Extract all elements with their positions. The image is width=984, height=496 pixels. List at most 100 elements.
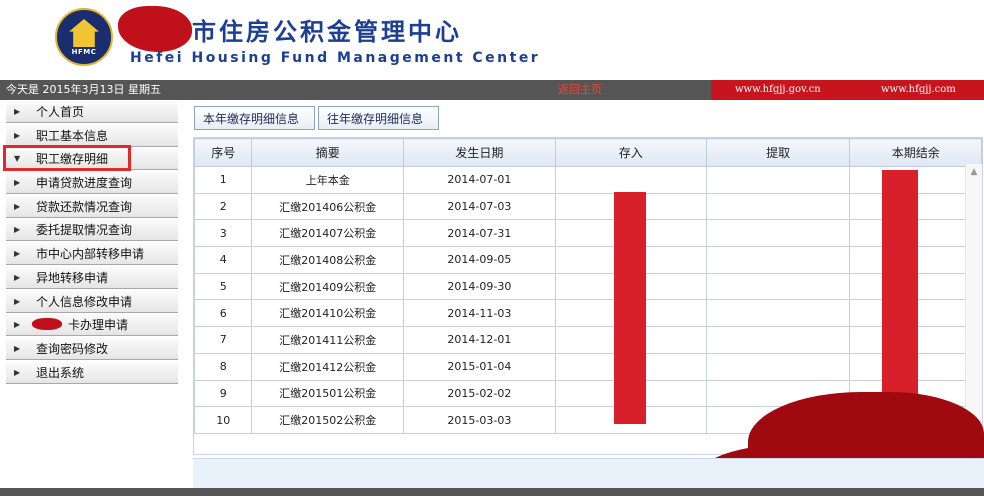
deposit-table: 序号 摘要 发生日期 存入 提取 本期结余 1 上年本金 2014-07-01 2 汇缴… <box>193 138 982 434</box>
cell-summary: 汇缴201406公积金 <box>251 192 405 221</box>
col-header-summary: 摘要 <box>251 138 405 167</box>
arrow-right-icon: ▶ <box>14 296 21 306</box>
cell-date: 2014-09-05 <box>403 246 556 274</box>
table-row: 7 汇缴201411公积金 2014-12-01 <box>193 326 982 354</box>
sidebar-item-label: 异地转移申请 <box>36 270 109 285</box>
table-header-row: 序号 摘要 发生日期 存入 提取 本期结余 <box>193 138 982 167</box>
sidebar-item-label: 委托提取情况查询 <box>36 223 133 238</box>
arrow-right-icon: ▶ <box>14 107 21 116</box>
cell-date: 2014-11-03 <box>403 299 556 328</box>
sidebar-item-9[interactable]: ▶ 个人信息修改申请 <box>6 290 178 313</box>
home-link[interactable]: 返回主页 <box>558 80 602 100</box>
cell-date: 2014-09-30 <box>403 272 556 301</box>
cell-withdraw <box>705 352 851 381</box>
sidebar-item-label: 职工基本信息 <box>36 128 109 143</box>
domain-bar: www.hfgjj.gov.cn www.hfgjj.com <box>711 80 984 100</box>
cell-seq: 2 <box>193 192 253 221</box>
cell-seq: 1 <box>193 166 253 194</box>
arrow-right-icon: ▶ <box>14 178 21 188</box>
sidebar-item-label: 职工缴存明细 <box>36 152 109 167</box>
sidebar-item-8[interactable]: ▶ 异地转移申请 <box>6 266 178 289</box>
cell-summary: 汇缴201409公积金 <box>251 272 405 301</box>
cell-date: 2015-01-04 <box>403 352 556 381</box>
cell-summary: 汇缴201408公积金 <box>251 246 405 274</box>
site-title-en: Hefei Housing Fund Management Center <box>130 50 541 66</box>
arrow-right-icon: ▶ <box>14 320 21 330</box>
table-row: 6 汇缴201410公积金 2014-11-03 <box>193 299 982 328</box>
cell-withdraw <box>705 326 851 354</box>
table-row: 4 汇缴201408公积金 2014-09-05 <box>193 246 982 274</box>
pagination-pane <box>193 458 984 489</box>
cell-seq: 7 <box>193 326 253 354</box>
cell-withdraw <box>705 166 851 194</box>
arrow-right-icon: ▶ <box>14 367 21 377</box>
cell-date: 2014-07-01 <box>403 166 556 194</box>
redaction-mark <box>614 192 646 424</box>
cell-summary: 汇缴201411公积金 <box>251 326 405 354</box>
sidebar-item-6[interactable]: ▶ 委托提取情况查询 <box>6 219 178 242</box>
sidebar-item-4[interactable]: ▶ 申请贷款进度查询 <box>6 172 178 195</box>
sidebar-nav: ▶ 个人首页 ▶ 职工基本信息 ▼ 职工缴存明细 ▶ 申请贷款进度查询 ▶ 贷款还款情况查询 ▶ 委托… <box>6 101 178 385</box>
sidebar-item-12[interactable]: ▶ 退出系统 <box>6 361 178 384</box>
sidebar-item-1[interactable]: ▶ 个人首页 <box>6 101 178 123</box>
sidebar-item-7[interactable]: ▶ 市中心内部转移申请 <box>6 243 178 266</box>
table-row: 3 汇缴201407公积金 2014-07-31 <box>193 219 982 248</box>
cell-withdraw <box>705 299 851 328</box>
arrow-right-icon: ▶ <box>14 272 21 282</box>
sidebar-item-label: 市中心内部转移申请 <box>36 247 145 262</box>
cell-withdraw <box>705 219 851 248</box>
table-row: 8 汇缴201412公积金 2015-01-04 <box>193 352 982 381</box>
cell-date: 2014-07-31 <box>403 219 556 248</box>
redaction-mark <box>118 6 192 52</box>
sidebar-item-label: 个人首页 <box>36 105 85 119</box>
table-row: 1 上年本金 2014-07-01 <box>193 166 982 194</box>
tab-previous-years[interactable]: 往年缴存明细信息 <box>318 106 439 130</box>
col-header-deposit: 存入 <box>554 138 707 167</box>
col-header-date: 发生日期 <box>403 138 556 167</box>
sidebar-item-3[interactable]: ▼ 职工缴存明细 <box>6 148 178 171</box>
cell-seq: 3 <box>193 219 253 248</box>
cell-date: 2015-03-03 <box>403 406 556 434</box>
sidebar-item-label: 个人信息修改申请 <box>36 294 133 309</box>
arrow-right-icon: ▶ <box>14 225 21 235</box>
hfmc-logo: HFMC <box>55 8 113 66</box>
domain-link-com[interactable]: www.hfgjj.com <box>881 80 956 100</box>
cell-seq: 6 <box>193 299 253 328</box>
cell-date: 2015-02-02 <box>403 379 556 408</box>
sidebar-item-label: 退出系统 <box>36 365 85 380</box>
redaction-mark <box>32 318 62 330</box>
cell-withdraw <box>705 246 851 274</box>
cell-seq: 10 <box>193 406 253 434</box>
tab-current-year[interactable]: 本年缴存明细信息 <box>194 106 315 130</box>
sidebar-item-label: 卡办理申请 <box>68 318 129 333</box>
sidebar-item-5[interactable]: ▶ 贷款还款情况查询 <box>6 195 178 218</box>
cell-date: 2014-12-01 <box>403 326 556 354</box>
scroll-up-icon[interactable]: ▲ <box>966 164 982 180</box>
cell-summary: 汇缴201410公积金 <box>251 299 405 328</box>
sidebar-item-label: 申请贷款进度查询 <box>36 176 133 191</box>
today-date: 今天是 2015年3月13日 星期五 <box>6 83 161 96</box>
col-header-withdraw: 提取 <box>705 138 851 167</box>
site-header: HFMC 市住房公积金管理中心 Hefei Housing Fund Manag… <box>0 0 984 80</box>
table-row: 2 汇缴201406公积金 2014-07-03 <box>193 192 982 221</box>
cell-seq: 8 <box>193 352 253 381</box>
col-header-seq: 序号 <box>193 138 253 167</box>
footer-strip <box>0 488 984 496</box>
info-bar: 今天是 2015年3月13日 星期五 返回主页 www.hfgjj.gov.cn… <box>0 80 984 100</box>
sidebar-item-2[interactable]: ▶ 职工基本信息 <box>6 124 178 147</box>
cell-summary: 汇缴201502公积金 <box>251 406 405 434</box>
arrow-right-icon: ▶ <box>14 343 21 353</box>
cell-seq: 4 <box>193 246 253 274</box>
sidebar-item-11[interactable]: ▶ 查询密码修改 <box>6 337 178 360</box>
domain-link-gov[interactable]: www.hfgjj.gov.cn <box>735 80 821 100</box>
cell-seq: 9 <box>193 379 253 408</box>
cell-withdraw <box>705 272 851 301</box>
table-row: 5 汇缴201409公积金 2014-09-30 <box>193 272 982 301</box>
sidebar-item-label: 查询密码修改 <box>36 341 109 356</box>
cell-withdraw <box>705 192 851 221</box>
sidebar-item-label: 贷款还款情况查询 <box>36 199 133 214</box>
site-title-cn: 市住房公积金管理中心 <box>192 18 462 46</box>
cell-seq: 5 <box>193 272 253 301</box>
arrow-down-icon: ▼ <box>14 154 21 164</box>
redaction-mark <box>882 170 918 402</box>
